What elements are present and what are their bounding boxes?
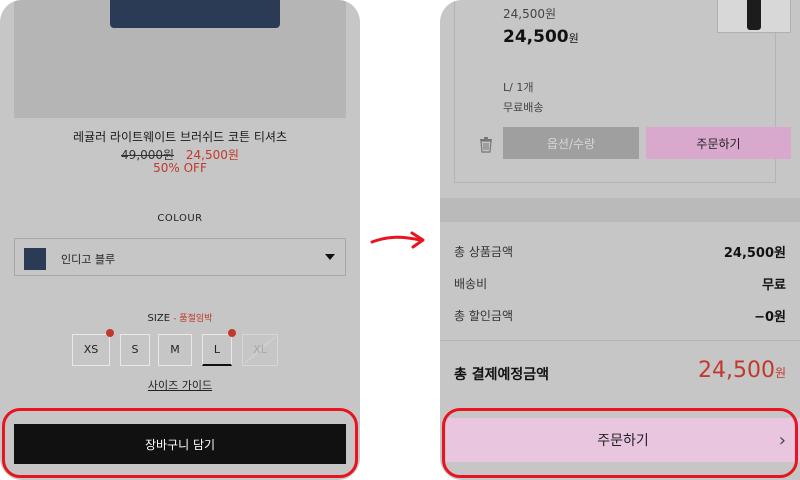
section-divider [440,198,800,222]
summary-divider [440,340,800,341]
total-payment-label: 총 결제예정금액 [454,367,550,383]
low-stock-dot [106,329,114,337]
option-quantity-button[interactable]: 옵션/수량 [503,127,639,159]
item-shipping: 무료배송 [503,101,544,114]
currency-unit: 원 [774,366,786,380]
model-figure [747,0,761,30]
arrow-right-icon [370,231,425,249]
size-option-l[interactable]: L [202,334,232,366]
currency-unit: 원 [568,32,579,45]
size-option-m[interactable]: M [158,334,192,366]
item-current-price: 24,500원 [503,27,579,47]
discount-total-label: 총 할인금액 [454,309,514,323]
trash-icon[interactable] [479,137,493,153]
original-price: 49,000원 [121,148,175,162]
highlight-outline [2,408,358,478]
product-image [14,0,346,118]
low-stock-note: - 품절임박 [173,314,213,324]
order-item-button[interactable]: 주문하기 [646,127,791,159]
low-stock-dot [228,329,236,337]
shipping-fee-value: 무료 [762,278,786,293]
cart-item-card: 24,500원 24,500원 L/ 1개 무료배송 옵션/수량 주문하기 [454,0,791,183]
size-label: SIZE - 품절임박 [0,311,360,324]
total-payment-amount: 24,500 [697,358,775,383]
shirt-image [110,0,280,28]
sale-price: 24,500원 [185,148,239,162]
item-thumbnail [717,0,791,33]
product-name: 레귤러 라이트웨이트 브러쉬드 코튼 티셔츠 [73,130,287,144]
size-option-xs[interactable]: XS [72,334,110,366]
size-guide-text[interactable]: 사이즈 가이드 [148,379,212,392]
colour-select[interactable]: 인디고 블루 [14,238,346,276]
colour-label: COLOUR [157,213,203,224]
item-original-price: 24,500원 [503,7,557,21]
highlight-outline [442,408,798,478]
size-option-xl-label: XL [253,343,267,356]
total-payment-value: 24,500원 [698,358,786,383]
caret-down-icon [325,254,335,260]
size-option-xl: XL [242,334,278,366]
discount-rate: 50% OFF [153,161,207,175]
discount-total-value: −0원 [754,310,786,325]
shipping-fee-label: 배송비 [454,277,488,291]
size-label-text: SIZE [147,313,171,324]
size-option-s[interactable]: S [120,334,150,366]
item-current-price-value: 24,500 [503,27,569,47]
item-option: L/ 1개 [503,81,534,94]
colour-swatch [24,248,46,270]
colour-value: 인디고 블루 [61,253,116,266]
subtotal-value: 24,500원 [723,246,786,261]
subtotal-label: 총 상품금액 [454,245,514,259]
size-guide-link[interactable]: 사이즈 가이드 [0,377,360,393]
